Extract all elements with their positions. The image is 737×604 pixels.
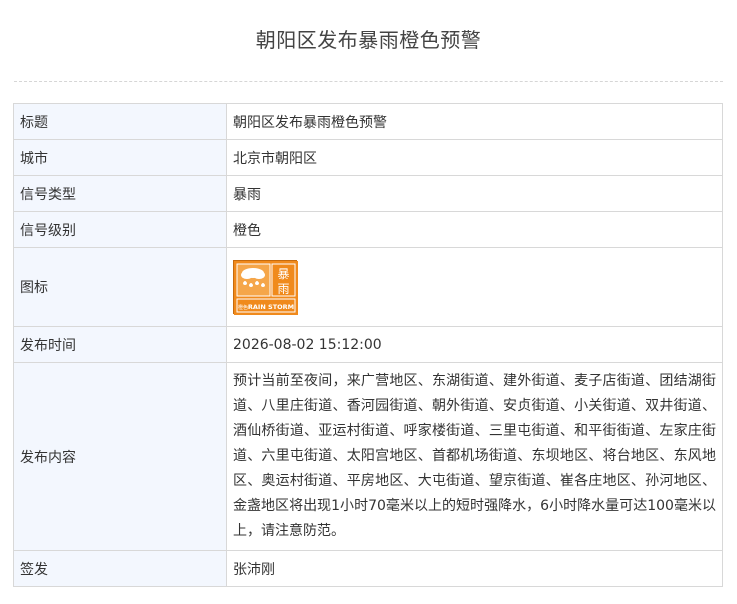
rain-storm-orange-warning-icon: 暴 雨 橙色 RAIN STORM	[233, 260, 298, 315]
row-label-city: 城市	[13, 139, 227, 176]
icon-english-text: RAIN STORM	[248, 303, 294, 311]
row-value-content: 预计当前至夜间，来广营地区、东湖街道、建外街道、麦子店街道、团结湖街道、八里庄街…	[226, 362, 723, 551]
icon-level-text: 橙色	[238, 304, 248, 311]
table-row: 发布时间 2026-08-02 15:12:00	[13, 326, 723, 363]
row-label-issuer: 签发	[13, 550, 227, 587]
table-row: 信号类型 暴雨	[13, 175, 723, 212]
row-value-icon: 暴 雨 橙色 RAIN STORM	[226, 247, 723, 327]
row-label-signal-level: 信号级别	[13, 211, 227, 248]
table-row: 图标 暴 雨 橙色 RAIN STORM	[13, 247, 723, 327]
row-value-signal-level: 橙色	[226, 211, 723, 248]
row-label-title: 标题	[13, 103, 227, 140]
title-divider	[14, 81, 723, 82]
row-value-publish-time: 2026-08-02 15:12:00	[226, 326, 723, 363]
row-value-city: 北京市朝阳区	[226, 139, 723, 176]
warning-detail-page: 朝阳区发布暴雨橙色预警 标题 朝阳区发布暴雨橙色预警 城市 北京市朝阳区 信号类…	[0, 0, 737, 604]
row-value-signal-type: 暴雨	[226, 175, 723, 212]
row-label-content: 发布内容	[13, 362, 227, 551]
warning-info-table: 标题 朝阳区发布暴雨橙色预警 城市 北京市朝阳区 信号类型 暴雨 信号级别 橙色…	[13, 103, 723, 587]
table-row: 发布内容 预计当前至夜间，来广营地区、东湖街道、建外街道、麦子店街道、团结湖街道…	[13, 362, 723, 551]
row-label-icon: 图标	[13, 247, 227, 327]
row-value-title: 朝阳区发布暴雨橙色预警	[226, 103, 723, 140]
row-value-issuer: 张沛刚	[226, 550, 723, 587]
page-title: 朝阳区发布暴雨橙色预警	[255, 28, 482, 52]
row-label-signal-type: 信号类型	[13, 175, 227, 212]
table-row: 城市 北京市朝阳区	[13, 139, 723, 176]
row-label-publish-time: 发布时间	[13, 326, 227, 363]
table-row: 信号级别 橙色	[13, 211, 723, 248]
table-row: 标题 朝阳区发布暴雨橙色预警	[13, 103, 723, 140]
icon-char-top: 暴	[277, 267, 289, 281]
table-row: 签发 张沛刚	[13, 550, 723, 587]
icon-char-bottom: 雨	[277, 282, 289, 296]
